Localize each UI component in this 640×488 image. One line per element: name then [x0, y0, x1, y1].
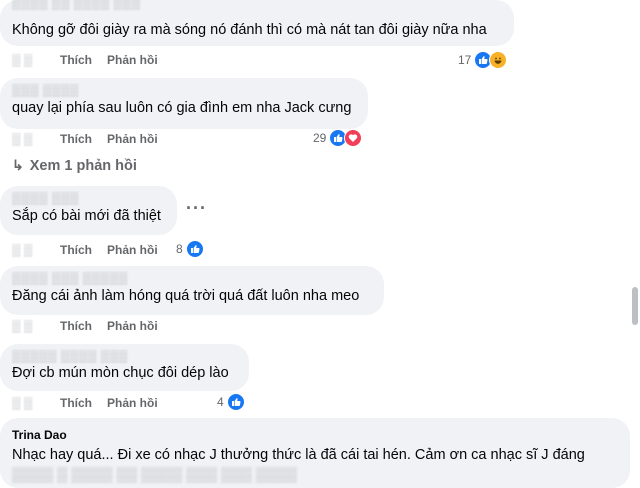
reaction-count: 29	[313, 131, 327, 145]
like-button[interactable]: Thích	[60, 319, 92, 333]
reaction-count: 8	[176, 242, 183, 256]
scrollbar-track[interactable]	[630, 0, 640, 473]
reaction-summary[interactable]: 4	[217, 393, 245, 411]
reaction-summary[interactable]: 8	[176, 240, 204, 258]
haha-icon	[489, 51, 508, 69]
comment-bubble: ▒▒▒▒ ▒▒ ▒▒▒▒ ▒▒▒ Không gỡ đôi giày ra mà…	[0, 0, 514, 46]
comment-text: Nhạc hay quá... Đi xe có nhạc J thưởng t…	[12, 447, 585, 463]
comment-actions: ▒ ▒ Thích Phản hồi	[12, 396, 212, 412]
reply-button[interactable]: Phản hồi	[107, 132, 158, 146]
like-button[interactable]: Thích	[60, 243, 92, 257]
comment-text-line2: ▒▒▒▒ ▒ ▒▒▒▒ ▒▒ ▒▒▒▒ ▒▒▒ ▒▒▒ ▒▒▒▒	[12, 467, 298, 483]
more-options-icon[interactable]: ···	[186, 198, 207, 219]
timestamp[interactable]: ▒ ▒	[12, 396, 32, 410]
timestamp[interactable]: ▒ ▒	[12, 53, 32, 67]
comment-author[interactable]: Trina Dao	[12, 428, 67, 442]
comment-text: Không gỡ đôi giày ra mà sóng nó đánh thì…	[12, 22, 487, 38]
reaction-summary[interactable]: 17	[458, 51, 508, 69]
comment-text: Đăng cái ảnh làm hóng quá trời quá đất l…	[12, 288, 360, 304]
view-replies-link[interactable]: ↳ Xem 1 phản hồi	[12, 157, 137, 174]
reaction-summary[interactable]: 29	[313, 129, 363, 147]
comment-bubble: ▒▒▒▒ ▒▒▒ ▒▒▒▒▒ Đăng cái ảnh làm hóng quá…	[0, 266, 384, 315]
scrollbar-thumb[interactable]	[632, 287, 638, 325]
like-icon	[226, 393, 245, 411]
reply-button[interactable]: Phản hồi	[107, 319, 158, 333]
comment-actions: ▒ ▒ Thích Phản hồi	[12, 53, 212, 69]
comment-actions: ▒ ▒ Thích Phản hồi	[12, 319, 212, 335]
comment-text: Đợi cb mún mòn chục đôi dép lào	[12, 365, 229, 381]
reply-button[interactable]: Phản hồi	[107, 243, 158, 257]
like-button[interactable]: Thích	[60, 396, 92, 410]
love-icon	[344, 129, 363, 147]
like-button[interactable]: Thích	[60, 53, 92, 67]
comment-bubble: ▒▒▒▒ ▒▒▒ Sắp có bài mới đã thiệt	[0, 186, 177, 235]
timestamp[interactable]: ▒ ▒	[12, 319, 32, 333]
view-replies-label: Xem 1 phản hồi	[29, 158, 137, 174]
comment-author[interactable]: ▒▒▒▒ ▒▒▒	[12, 191, 79, 205]
like-icon	[185, 240, 204, 258]
comment-author[interactable]: ▒▒▒▒▒ ▒▒▒▒ ▒▒▒	[12, 349, 128, 363]
reply-button[interactable]: Phản hồi	[107, 53, 158, 67]
comment-author[interactable]: ▒▒▒ ▒▒▒▒	[12, 83, 79, 97]
comment-text: quay lại phía sau luôn có gia đình em nh…	[12, 100, 352, 116]
comment-actions: ▒ ▒ Thích Phản hồi	[12, 132, 212, 148]
reaction-count: 4	[217, 395, 224, 409]
comment-bubble: Trina Dao Nhạc hay quá... Đi xe có nhạc …	[0, 418, 630, 488]
reaction-count: 17	[458, 53, 472, 67]
comment-text: Sắp có bài mới đã thiệt	[12, 208, 161, 224]
reply-arrow-icon: ↳	[12, 157, 24, 173]
like-button[interactable]: Thích	[60, 132, 92, 146]
reply-button[interactable]: Phản hồi	[107, 396, 158, 410]
comment-author[interactable]: ▒▒▒▒ ▒▒ ▒▒▒▒ ▒▒▒	[12, 0, 141, 10]
comment-bubble: ▒▒▒ ▒▒▒▒ quay lại phía sau luôn có gia đ…	[0, 78, 368, 129]
timestamp[interactable]: ▒ ▒	[12, 243, 32, 257]
timestamp[interactable]: ▒ ▒	[12, 132, 32, 146]
comment-author[interactable]: ▒▒▒▒ ▒▒▒ ▒▒▒▒▒	[12, 271, 128, 285]
comment-bubble: ▒▒▒▒▒ ▒▒▒▒ ▒▒▒ Đợi cb mún mòn chục đôi d…	[0, 344, 249, 391]
